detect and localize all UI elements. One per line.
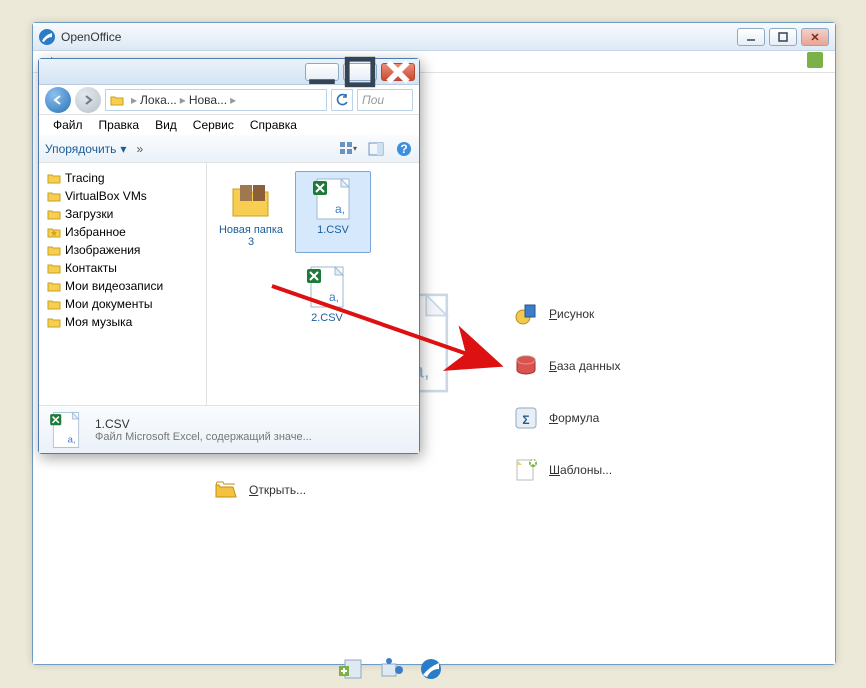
file-csv-2-label: 2.CSV xyxy=(311,312,343,324)
app-draw[interactable]: Рисунок xyxy=(513,301,620,327)
search-placeholder: Пои xyxy=(362,93,384,107)
explorer-titlebar[interactable] xyxy=(39,59,419,85)
app-base[interactable]: База данных xyxy=(513,353,620,379)
explorer-toolbar: Упорядочить ▾ » ▾ ? xyxy=(39,135,419,163)
openoffice-titlebar[interactable]: OpenOffice xyxy=(33,23,835,51)
database-icon xyxy=(513,353,539,379)
maximize-button[interactable] xyxy=(769,28,797,46)
tree-item-videos[interactable]: Мои видеозаписи xyxy=(43,277,202,295)
svg-text:★: ★ xyxy=(528,457,539,469)
app-open-label: Открыть... xyxy=(249,483,306,497)
app-math-label: Формула xyxy=(549,411,599,425)
tree-item-documents[interactable]: Мои документы xyxy=(43,295,202,313)
breadcrumb-crumb-1[interactable]: Лока... xyxy=(140,93,177,107)
explorer-minimize-button[interactable] xyxy=(305,63,339,81)
explorer-window: ▸ Лока... ▸ Нова... ▸ Пои Файл Правка Ви… xyxy=(38,58,420,454)
explorer-main: Tracing VirtualBox VMs Загрузки Избранно… xyxy=(39,163,419,405)
open-folder-icon xyxy=(213,477,239,503)
nav-back-button[interactable] xyxy=(45,87,71,113)
explorer-close-button[interactable] xyxy=(381,63,415,81)
file-folder[interactable]: Новая папка 3 xyxy=(213,171,289,253)
svg-text:a,: a, xyxy=(329,290,339,304)
file-csv-1-label: 1.CSV xyxy=(317,224,349,236)
menu-help[interactable]: Справка xyxy=(242,116,305,134)
svg-text:?: ? xyxy=(400,142,407,156)
svg-text:a,: a, xyxy=(335,202,345,216)
app-templates-label: Шаблоны... xyxy=(549,463,612,477)
app-base-label: База данных xyxy=(549,359,620,373)
svg-text:a,: a, xyxy=(68,434,76,445)
file-list[interactable]: Новая папка 3 a, 1.CSV a, 2.CSV xyxy=(207,163,419,405)
breadcrumb-crumb-2[interactable]: Нова... xyxy=(189,93,227,107)
csv-file-icon: a, xyxy=(309,176,357,222)
close-button[interactable] xyxy=(801,28,829,46)
file-csv-1[interactable]: a, 1.CSV xyxy=(295,171,371,253)
menu-view[interactable]: Вид xyxy=(147,116,185,134)
tray-area xyxy=(807,52,829,71)
help-button[interactable]: ? xyxy=(395,140,413,158)
app-open[interactable]: Открыть... xyxy=(213,477,306,503)
breadcrumb[interactable]: ▸ Лока... ▸ Нова... ▸ xyxy=(105,89,327,111)
app-templates[interactable]: ★ Шаблоны... xyxy=(513,457,620,483)
folder-thumb-icon xyxy=(227,176,275,222)
app-draw-label: Рисунок xyxy=(549,307,594,321)
explorer-maximize-button[interactable] xyxy=(343,63,377,81)
preview-pane-button[interactable] xyxy=(367,140,385,158)
openoffice-title: OpenOffice xyxy=(61,30,733,44)
toolbar-more[interactable]: » xyxy=(136,142,143,156)
apps-column-left: Открыть... xyxy=(213,477,306,503)
details-pane: a, 1.CSV Файл Microsoft Excel, содержащи… xyxy=(39,405,419,453)
file-csv-2[interactable]: a, 2.CSV xyxy=(289,259,365,329)
file-folder-label: Новая папка 3 xyxy=(216,224,286,248)
folder-icon xyxy=(110,93,124,107)
search-input[interactable]: Пои xyxy=(357,89,413,111)
apps-column-right: Рисунок База данных Σ Формула ★ Шаблоны.… xyxy=(513,301,620,483)
draw-icon xyxy=(513,301,539,327)
details-filename: 1.CSV xyxy=(95,417,312,431)
svg-text:Σ: Σ xyxy=(522,413,529,427)
openoffice-logo-icon xyxy=(39,29,55,45)
tree-item-downloads[interactable]: Загрузки xyxy=(43,205,202,223)
csv-file-icon: a, xyxy=(303,264,351,310)
startcenter-bottom-icons xyxy=(337,657,445,681)
explorer-navbar: ▸ Лока... ▸ Нова... ▸ Пои xyxy=(39,85,419,115)
tree-item-contacts[interactable]: Контакты xyxy=(43,259,202,277)
tree-item-virtualbox[interactable]: VirtualBox VMs xyxy=(43,187,202,205)
add-template-icon[interactable] xyxy=(337,657,365,681)
info-icon[interactable] xyxy=(417,657,445,681)
nav-forward-button[interactable] xyxy=(75,87,101,113)
chevron-down-icon: ▾ xyxy=(120,142,126,156)
details-file-icon: a, xyxy=(47,411,85,449)
organize-button[interactable]: Упорядочить ▾ xyxy=(45,142,126,156)
minimize-button[interactable] xyxy=(737,28,765,46)
templates-icon: ★ xyxy=(513,457,539,483)
explorer-menubar: Файл Правка Вид Сервис Справка xyxy=(39,115,419,135)
formula-icon: Σ xyxy=(513,405,539,431)
app-math[interactable]: Σ Формула xyxy=(513,405,620,431)
folder-tree[interactable]: Tracing VirtualBox VMs Загрузки Избранно… xyxy=(39,163,207,405)
tray-download-icon[interactable] xyxy=(807,52,823,68)
menu-file[interactable]: Файл xyxy=(45,116,91,134)
tree-item-pictures[interactable]: Изображения xyxy=(43,241,202,259)
tree-item-favorites[interactable]: Избранное xyxy=(43,223,202,241)
tree-item-music[interactable]: Моя музыка xyxy=(43,313,202,331)
menu-edit[interactable]: Правка xyxy=(91,116,148,134)
view-mode-button[interactable]: ▾ xyxy=(339,140,357,158)
extension-icon[interactable] xyxy=(377,657,405,681)
details-filetype: Файл Microsoft Excel, содержащий значе..… xyxy=(95,431,312,443)
menu-tools[interactable]: Сервис xyxy=(185,116,242,134)
nav-refresh-button[interactable] xyxy=(331,89,353,111)
tree-item-tracing[interactable]: Tracing xyxy=(43,169,202,187)
